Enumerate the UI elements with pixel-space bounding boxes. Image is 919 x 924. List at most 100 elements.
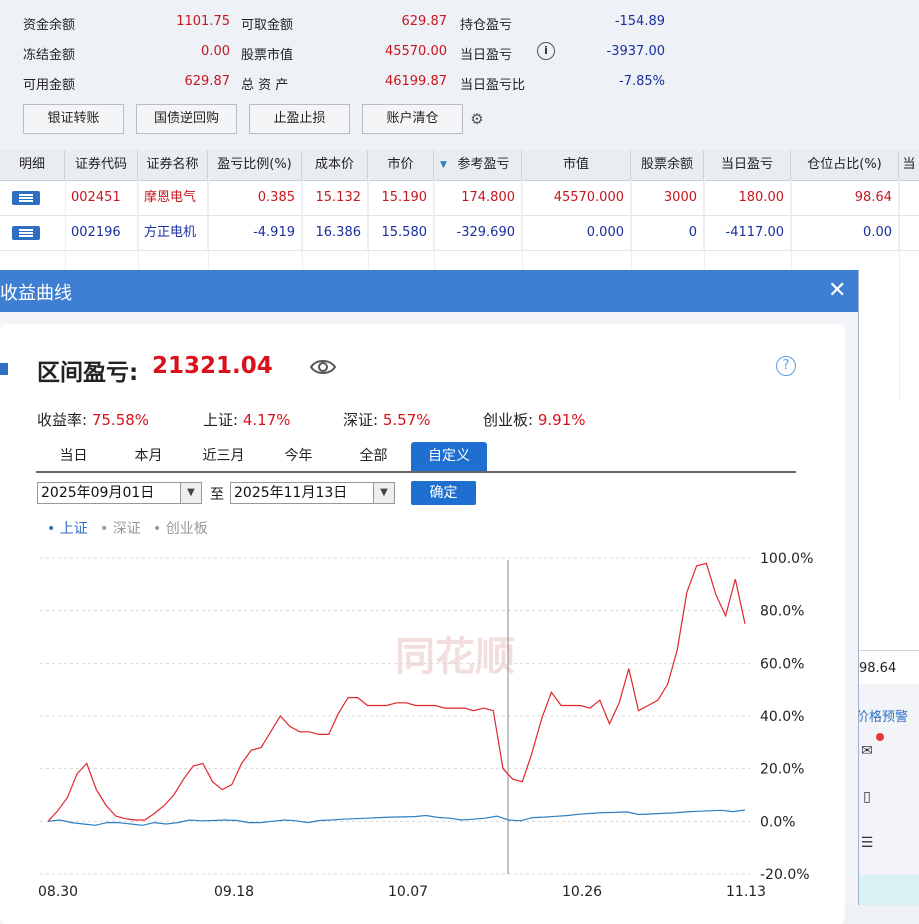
- return-series-line: [47, 562, 746, 822]
- stop-profit-loss-button[interactable]: 止盈止损: [249, 104, 350, 134]
- day-pnl: 180.00: [704, 180, 791, 215]
- help-icon[interactable]: ?: [776, 356, 796, 376]
- stat-label: 创业板:: [483, 411, 534, 429]
- x-tick-label: 10.26: [562, 884, 602, 900]
- stat-chinext: 创业板: 9.91%: [483, 409, 586, 430]
- account-value: 629.87: [184, 74, 231, 89]
- stat-value: 4.17%: [242, 411, 291, 429]
- ref-pnl: -329.690: [434, 215, 522, 250]
- legend-label: 深证: [112, 521, 141, 537]
- column-header[interactable]: 当日盈亏: [704, 150, 791, 180]
- menu-icon[interactable]: ☰: [858, 834, 876, 852]
- x-tick-label: 11.13: [726, 884, 766, 900]
- stock-balance: 0: [631, 215, 704, 250]
- market-value: 45570.000: [522, 180, 631, 215]
- market-price: 15.580: [368, 215, 434, 250]
- account-value: 1101.75: [176, 14, 230, 29]
- tab-month[interactable]: 本月: [111, 442, 186, 471]
- close-icon[interactable]: ✕: [828, 278, 846, 303]
- range-pnl-value: 21321.04: [152, 353, 273, 379]
- stat-label: 深证:: [343, 411, 379, 429]
- pnl-ratio: -4.919: [208, 215, 302, 250]
- column-header[interactable]: 证券代码: [65, 150, 138, 180]
- column-header[interactable]: 股票余额: [631, 150, 704, 180]
- gear-icon[interactable]: ⚙: [468, 110, 486, 128]
- stock-balance: 3000: [631, 180, 704, 215]
- position-ratio: 98.64: [791, 180, 899, 215]
- column-header[interactable]: 证券名称: [138, 150, 208, 180]
- profit-chart[interactable]: 同花顺 100.0% 80.0% 60.0% 40.0% 20.0% 0.0% -20.0% 0…: [0, 540, 845, 905]
- account-label: 资金余额: [23, 18, 76, 33]
- stat-label: 收益率:: [37, 411, 88, 429]
- column-header[interactable]: 仓位占比(%): [791, 150, 899, 180]
- tab-3months[interactable]: 近三月: [186, 442, 261, 471]
- column-header[interactable]: 明细: [0, 150, 65, 180]
- x-tick-label: 10.07: [388, 884, 428, 900]
- bank-transfer-button[interactable]: 银证转账: [23, 104, 124, 134]
- account-label: 持仓盈亏: [460, 18, 513, 33]
- eye-icon[interactable]: [309, 358, 337, 380]
- column-header-sorted[interactable]: ▼ 参考盈亏: [434, 150, 522, 180]
- ref-pnl: 174.800: [434, 180, 522, 215]
- account-label: 股票市值: [241, 48, 294, 63]
- sort-desc-icon: ▼: [440, 160, 447, 170]
- stock-name: 摩恩电气: [138, 180, 208, 215]
- tab-today[interactable]: 当日: [36, 442, 111, 471]
- pnl-ratio: 0.385: [208, 180, 302, 215]
- x-tick-label: 09.18: [214, 884, 254, 900]
- column-header[interactable]: 市价: [368, 150, 434, 180]
- column-header[interactable]: 盈亏比例(%): [208, 150, 302, 180]
- info-icon[interactable]: i: [537, 42, 555, 60]
- watermark-text: 同花顺: [395, 634, 515, 680]
- tab-custom[interactable]: 自定义: [411, 442, 487, 471]
- clear-positions-button[interactable]: 账户清仓: [362, 104, 463, 134]
- stat-value: 5.57%: [382, 411, 431, 429]
- cost-price: 15.132: [302, 180, 368, 215]
- section-marker: [0, 363, 8, 375]
- price-alert-link[interactable]: 价格预警: [856, 706, 908, 725]
- account-value: 45570.00: [384, 44, 447, 59]
- tab-year[interactable]: 今年: [261, 442, 336, 471]
- profit-curve-dialog: 收益曲线 ✕ 区间盈亏: 21321.04 ? 收益率: 75.58% 上证: …: [0, 270, 859, 924]
- chevron-down-icon[interactable]: ▼: [180, 482, 202, 504]
- y-tick-label: 100.0%: [760, 551, 813, 567]
- market-price: 15.190: [368, 180, 434, 215]
- stock-code: 002196: [65, 215, 138, 250]
- legend-shenzhen[interactable]: • 深证: [100, 518, 141, 538]
- stat-shanghai: 上证: 4.17%: [203, 409, 291, 430]
- column-header[interactable]: 当: [899, 150, 919, 180]
- account-label: 当日盈亏: [460, 48, 513, 63]
- account-label: 可用金额: [23, 78, 76, 93]
- stock-code: 002451: [65, 180, 138, 215]
- cost-price: 16.386: [302, 215, 368, 250]
- side-footer: [858, 875, 919, 905]
- y-tick-label: 40.0%: [760, 709, 804, 725]
- day-pnl: -4117.00: [704, 215, 791, 250]
- legend-shanghai[interactable]: • 上证: [47, 518, 88, 538]
- column-header[interactable]: 市值: [522, 150, 631, 180]
- total-position-ratio: 98.64: [859, 661, 897, 676]
- date-to-field[interactable]: 2025年11月13日: [230, 482, 374, 504]
- date-from-field[interactable]: 2025年09月01日: [37, 482, 181, 504]
- legend-chinext[interactable]: • 创业板: [153, 518, 208, 538]
- detail-icon[interactable]: [12, 191, 40, 205]
- account-summary: 资金余额 1101.75 可取金额 629.87 持仓盈亏 -154.89 冻结…: [0, 0, 919, 150]
- detail-icon[interactable]: [12, 226, 40, 240]
- confirm-button[interactable]: 确定: [411, 481, 476, 505]
- notification-dot: [876, 733, 884, 741]
- tab-all[interactable]: 全部: [336, 442, 411, 471]
- reverse-repo-button[interactable]: 国债逆回购: [136, 104, 237, 134]
- account-value: 629.87: [401, 14, 448, 29]
- x-tick-label: 08.30: [38, 884, 78, 900]
- stock-name: 方正电机: [138, 215, 208, 250]
- table-header: 明细 证券代码 证券名称 盈亏比例(%) 成本价 市价 ▼ 参考盈亏 市值 股票余…: [0, 150, 919, 181]
- date-separator: 至: [210, 487, 224, 503]
- phone-icon[interactable]: ▯: [858, 788, 876, 806]
- account-value: -154.89: [614, 14, 665, 29]
- chevron-down-icon[interactable]: ▼: [373, 482, 395, 504]
- column-header[interactable]: 成本价: [302, 150, 368, 180]
- grid-line: [899, 180, 900, 400]
- mail-icon[interactable]: ✉: [858, 742, 876, 760]
- period-tabs: 当日 本月 近三月 今年 全部 自定义: [36, 442, 796, 473]
- dialog-titlebar[interactable]: 收益曲线 ✕: [0, 270, 858, 312]
